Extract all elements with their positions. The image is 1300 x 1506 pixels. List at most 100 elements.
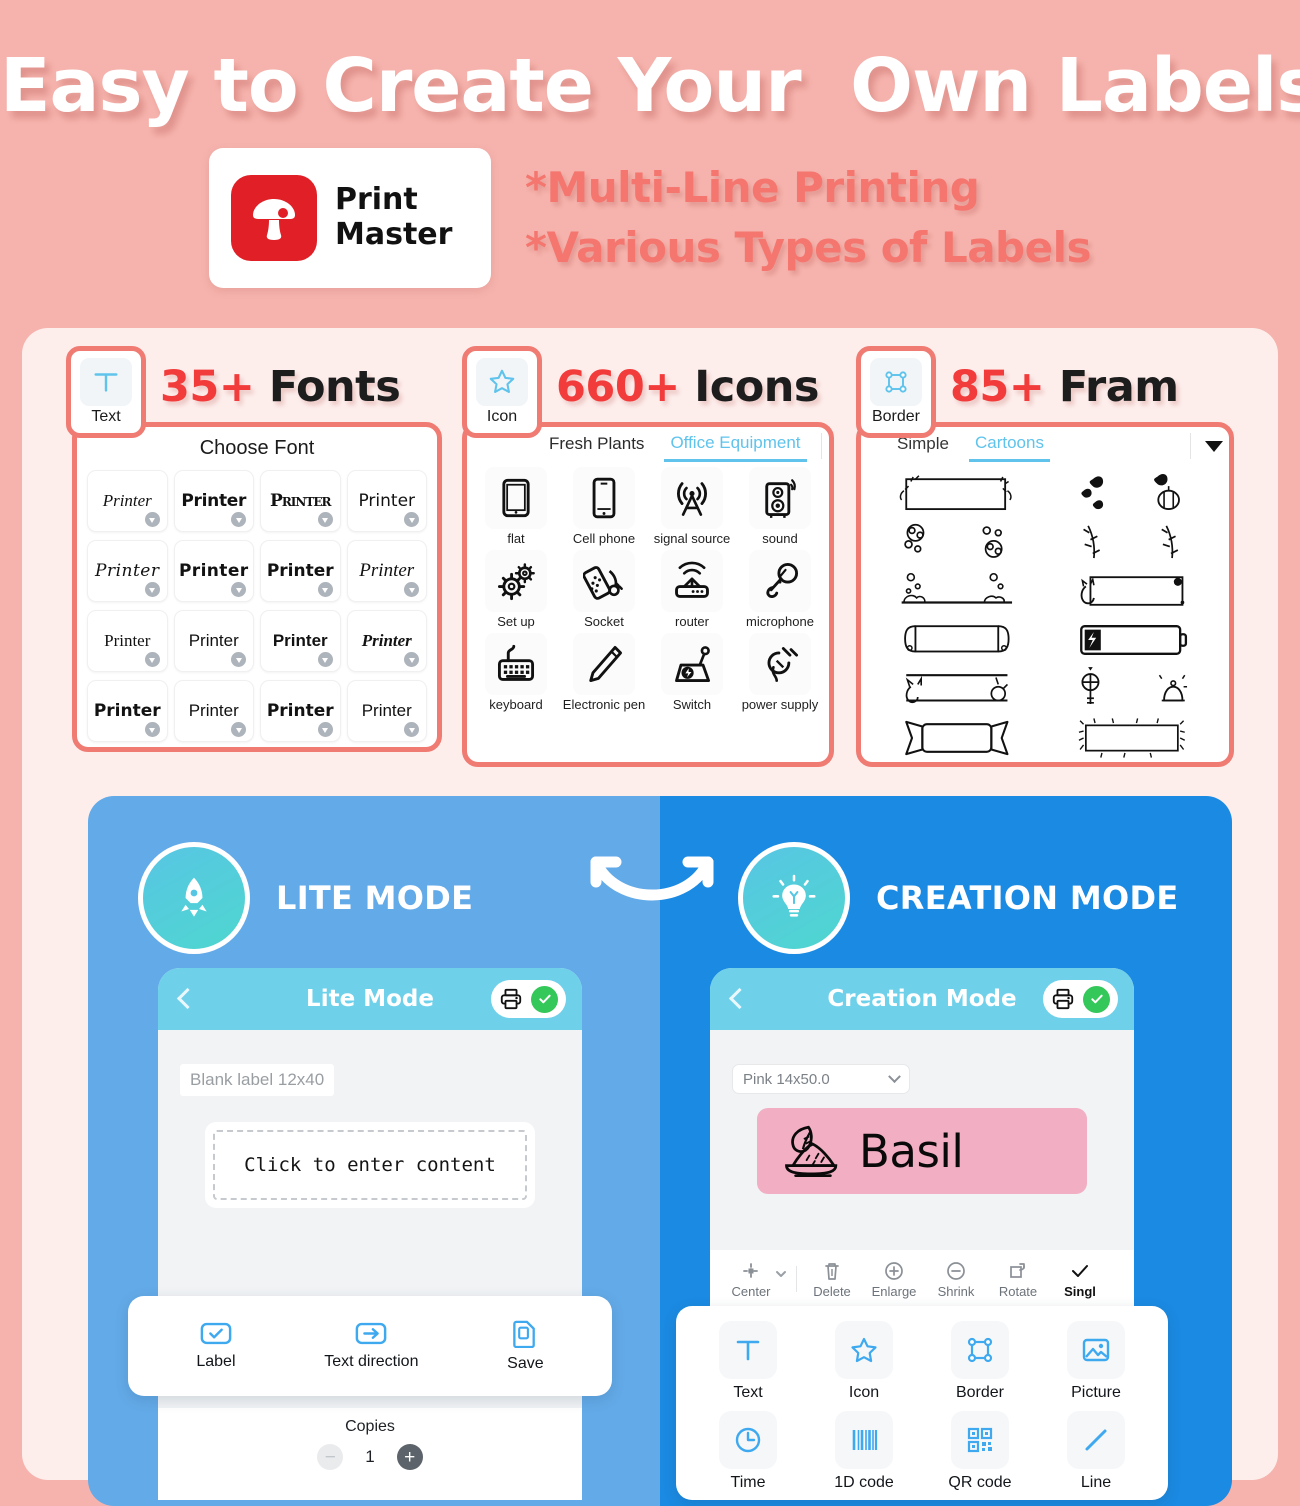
barcode-icon [835,1410,893,1469]
icon-tab-office-equipment[interactable]: Office Equipment [664,431,807,462]
download-icon[interactable] [231,512,246,527]
font-option[interactable]: Printer [173,540,254,602]
border-tool-chip[interactable]: Border [856,346,936,438]
creation-tool-picture[interactable]: Picture [1067,1320,1125,1402]
font-option[interactable]: Printer [87,540,168,602]
frame-option[interactable] [1048,665,1217,712]
download-icon[interactable] [404,722,419,737]
icon-option[interactable]: sound [737,467,823,546]
icon-option[interactable]: power supply [737,633,823,712]
download-icon[interactable] [231,652,246,667]
creation-tool-qr-code[interactable]: QR code [948,1410,1012,1492]
frame-option[interactable] [1048,518,1217,565]
creation-tool-line[interactable]: Line [1067,1410,1125,1492]
frame-option[interactable] [1048,714,1217,761]
align-dropdown-icon[interactable] [774,1267,788,1281]
lite-tool-save[interactable]: Save [507,1319,544,1373]
edit-tool-shrink[interactable]: Shrink [925,1260,987,1299]
frame-option[interactable] [1048,567,1217,614]
creation-tool-border[interactable]: Border [951,1320,1009,1402]
creation-tool-1d-code[interactable]: 1D code [834,1410,894,1492]
check-circle-icon[interactable] [1083,985,1110,1013]
icon-option-label: Set up [497,614,535,629]
icon-option[interactable]: Electronic pen [561,633,647,712]
frame-option[interactable] [873,469,1042,516]
font-option[interactable]: Printer [87,610,168,672]
frame-option[interactable] [873,616,1042,663]
font-option[interactable]: Printer [346,610,427,672]
icon-option[interactable]: keyboard [473,633,559,712]
download-icon[interactable] [317,722,333,737]
download-icon[interactable] [317,512,333,527]
icon-option[interactable]: Socket [561,550,647,629]
text-tool-chip[interactable]: Text [66,346,146,438]
creation-label-preview[interactable]: Basil [757,1108,1087,1194]
icon-tabs-expand-button[interactable] [820,433,829,459]
lite-tool-text-direction[interactable]: Text direction [324,1321,418,1371]
icon-option[interactable]: signal source [649,467,735,546]
border-tab-cartoons[interactable]: Cartoons [968,431,1050,462]
chevron-left-icon[interactable] [174,988,196,1010]
font-option[interactable]: Printer [260,610,341,672]
frame-option[interactable] [1048,469,1217,516]
icon-option[interactable]: microphone [737,550,823,629]
font-option[interactable]: Printer [173,680,254,742]
creation-tool-icon[interactable]: Icon [835,1320,893,1402]
printer-icon[interactable] [1051,987,1075,1011]
icon-option[interactable]: flat [473,467,559,546]
lite-tool-label[interactable]: Label [196,1321,236,1371]
download-icon[interactable] [144,512,160,527]
copies-increment-button[interactable]: + [396,1444,423,1470]
edit-tool-rotate[interactable]: Rotate [987,1260,1049,1299]
font-option[interactable]: Printer [173,610,254,672]
label-check-icon [200,1322,232,1345]
download-icon[interactable] [144,722,160,737]
download-icon[interactable] [231,722,246,737]
icon-tool-chip[interactable]: Icon [462,346,542,438]
copies-decrement-button[interactable]: − [317,1444,344,1470]
icon-tab-fresh-plants[interactable]: Fresh Plants [543,432,650,460]
download-icon[interactable] [317,582,333,597]
download-icon[interactable] [144,652,160,667]
frame-option[interactable] [873,518,1042,565]
check-circle-icon[interactable] [531,985,558,1013]
font-option[interactable]: Printer [87,470,168,532]
creation-label-size-select[interactable]: Pink 14x50.0 [732,1064,910,1094]
edit-tool-center[interactable]: Center [720,1260,782,1299]
edit-tool-label: Center [731,1283,771,1299]
printer-icon[interactable] [499,987,523,1011]
download-icon[interactable] [404,512,419,527]
chevron-left-icon[interactable] [726,988,748,1010]
font-option[interactable]: Printer [346,470,427,532]
frame-option[interactable] [873,665,1042,712]
icon-option[interactable]: router [649,550,735,629]
font-option[interactable]: Printer [87,680,168,742]
frame-option[interactable] [873,714,1042,761]
download-icon[interactable] [404,652,419,667]
lite-label-size[interactable]: Blank label 12x40 [180,1064,335,1096]
edit-tool-delete[interactable]: Delete [801,1260,863,1299]
font-option[interactable]: Printer [260,540,341,602]
download-icon[interactable] [404,582,419,597]
icon-option[interactable]: Switch [649,633,735,712]
font-option[interactable]: Printer [173,470,254,532]
edit-tool-enlarge[interactable]: Enlarge [863,1260,925,1299]
download-icon[interactable] [144,582,160,597]
font-option[interactable]: Printer [260,470,341,532]
font-option[interactable]: Printer [260,680,341,742]
icon-option[interactable]: Set up [473,550,559,629]
download-icon[interactable] [317,652,333,667]
edit-tool-singl[interactable]: Singl [1049,1260,1111,1299]
frame-option[interactable] [1048,616,1217,663]
font-option[interactable]: Printer [346,680,427,742]
frame-option[interactable] [873,567,1042,614]
font-option[interactable]: Printer [346,540,427,602]
creation-tool-time[interactable]: Time [719,1410,777,1492]
icon-option[interactable]: Cell phone [561,467,647,546]
border-tabs-expand-button[interactable] [1190,433,1223,459]
creation-tool-text[interactable]: Text [719,1320,777,1402]
download-icon[interactable] [231,582,246,597]
lite-canvas[interactable]: Click to enter content [205,1122,535,1208]
creation-tool-label: Border [955,1383,1005,1401]
edit-tool-label: Enlarge [871,1283,917,1299]
